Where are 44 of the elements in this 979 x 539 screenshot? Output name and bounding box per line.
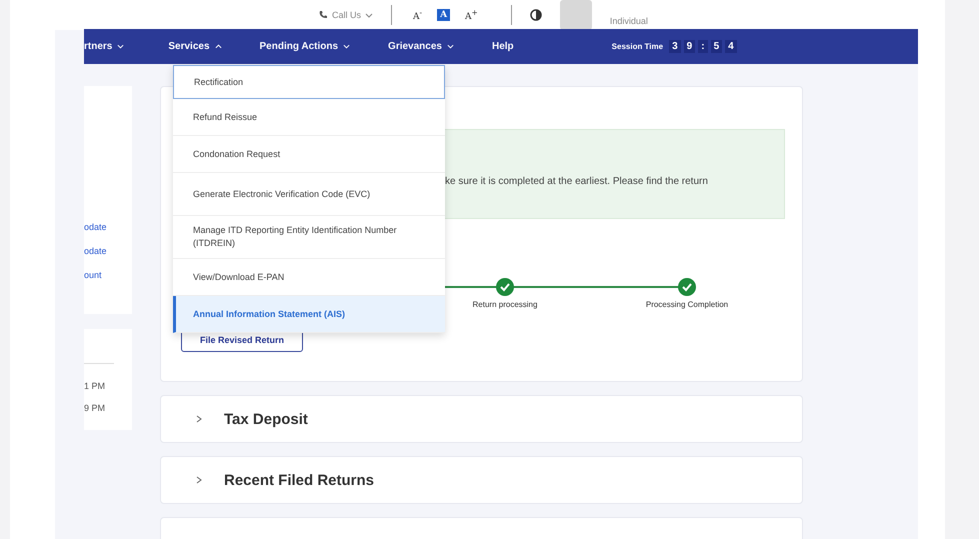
phone-icon [318,10,328,20]
timer-digit: 4 [725,40,737,53]
contrast-icon[interactable] [530,9,542,21]
timer-digit: 3 [669,40,681,53]
call-us-dropdown[interactable]: Call Us [318,10,374,20]
caret-up-icon [214,44,222,49]
chevron-right-icon [196,415,202,423]
time-text: 1 PM [84,381,106,392]
accordion-title: Recent Filed Returns [224,472,374,488]
menu-item[interactable]: Rectification [173,65,445,99]
step-label: Return processing [472,300,538,309]
user-type: Individual [610,16,648,26]
caret-down-icon [343,44,350,49]
accordion-header[interactable]: Tax Deposit [160,395,803,443]
session-time-label: Session Time [612,42,664,51]
side-link[interactable]: odate [84,246,132,257]
timer-digit: 9 [684,40,696,53]
timer-digit: 5 [710,40,722,53]
alert-text: ke sure it is completed at the earliest. Please find the return [445,176,708,186]
avatar[interactable] [560,0,592,30]
nav-menu-item[interactable]: Help [492,41,514,52]
side-link[interactable]: odate [84,222,132,233]
step-label: Processing Completion [646,300,728,309]
caret-down-icon [117,44,124,49]
font-size-button[interactable]: A [437,9,450,21]
side-link[interactable]: ount [84,270,132,281]
font-size-button[interactable]: A$^{-}$ [410,7,426,23]
accordion-header[interactable]: Recent Filed Returns [160,456,803,504]
accordion-title: Tax Deposit [224,410,308,428]
nav-menu-item[interactable]: Grievances [388,41,454,52]
menu-item[interactable]: Refund Reissue [173,99,445,136]
menu-item[interactable]: Manage ITD Reporting Entity Identification Number (ITDREIN) [173,216,445,259]
nav-menu-item[interactable]: Services [168,41,222,52]
menu-item[interactable]: Condonation Request [173,136,445,173]
chevron-right-icon [196,476,202,484]
time-text: 9 PM [84,403,106,414]
menu-item[interactable]: Generate Electronic Verification Code (EVC) [173,173,445,216]
nav-menu-item[interactable]: Pending Actions [260,41,350,52]
nav-menu-item[interactable]: rtners [84,41,124,52]
chevron-down-icon [365,12,374,18]
font-size-button[interactable]: A$^{+}$ [462,7,481,23]
timer-digit: : [698,40,708,53]
caret-down-icon [446,44,454,49]
menu-item[interactable]: Annual Information Statement (AIS) [173,296,445,333]
